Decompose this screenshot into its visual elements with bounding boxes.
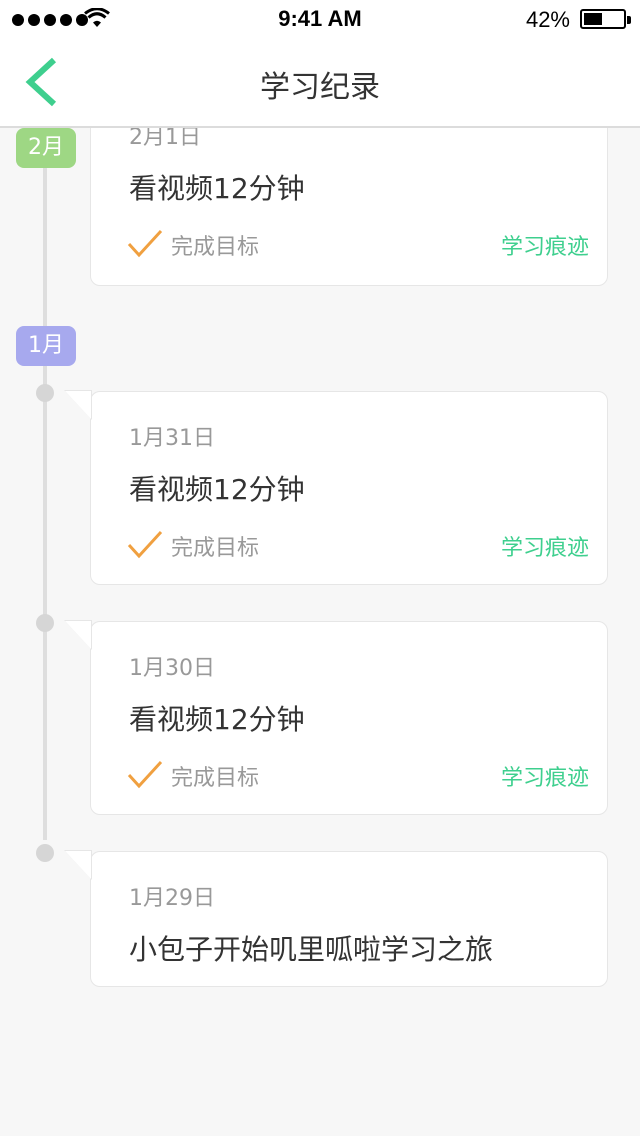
record-status: 完成目标	[171, 536, 260, 561]
record-status: 完成目标	[171, 235, 260, 260]
checkmark-icon	[127, 530, 163, 559]
status-bar: 9:41 AM 42%	[0, 0, 640, 40]
record-card: 1月29日 小包子开始叽里呱啦学习之旅	[64, 850, 608, 987]
timeline-node	[36, 614, 54, 632]
month-badge-january: 1月	[16, 326, 76, 366]
record-date: 1月31日	[129, 426, 215, 451]
checkmark-icon	[127, 760, 163, 789]
page-title: 学习纪录	[260, 70, 380, 105]
study-trace-link[interactable]: 学习痕迹	[501, 530, 589, 562]
record-card: 2月1日 看视频12分钟 完成目标 学习痕迹	[90, 108, 608, 286]
record-text: 小包子开始叽里呱啦学习之旅	[129, 933, 494, 966]
battery-percentage: 42%	[525, 7, 570, 32]
record-status: 完成目标	[171, 766, 260, 791]
navigation-bar-cover: 学习纪录	[0, 40, 640, 128]
month-badge-february: 2月	[16, 128, 76, 168]
timeline-node	[36, 384, 54, 402]
record-card: 1月31日 看视频12分钟 完成目标 学习痕迹	[64, 390, 608, 585]
record-card: 1月30日 看视频12分钟 完成目标 学习痕迹	[64, 620, 608, 815]
record-date: 1月29日	[129, 886, 215, 911]
record-text: 看视频12分钟	[129, 473, 305, 506]
record-text: 看视频12分钟	[129, 703, 305, 736]
study-trace-link[interactable]: 学习痕迹	[501, 760, 589, 792]
record-text: 看视频12分钟	[129, 172, 305, 205]
timeline-node	[36, 844, 54, 862]
study-trace-link[interactable]: 学习痕迹	[501, 229, 589, 261]
battery-icon	[580, 9, 631, 29]
checkmark-icon	[127, 229, 163, 258]
record-date: 1月30日	[129, 656, 215, 681]
timeline-line	[43, 128, 47, 840]
